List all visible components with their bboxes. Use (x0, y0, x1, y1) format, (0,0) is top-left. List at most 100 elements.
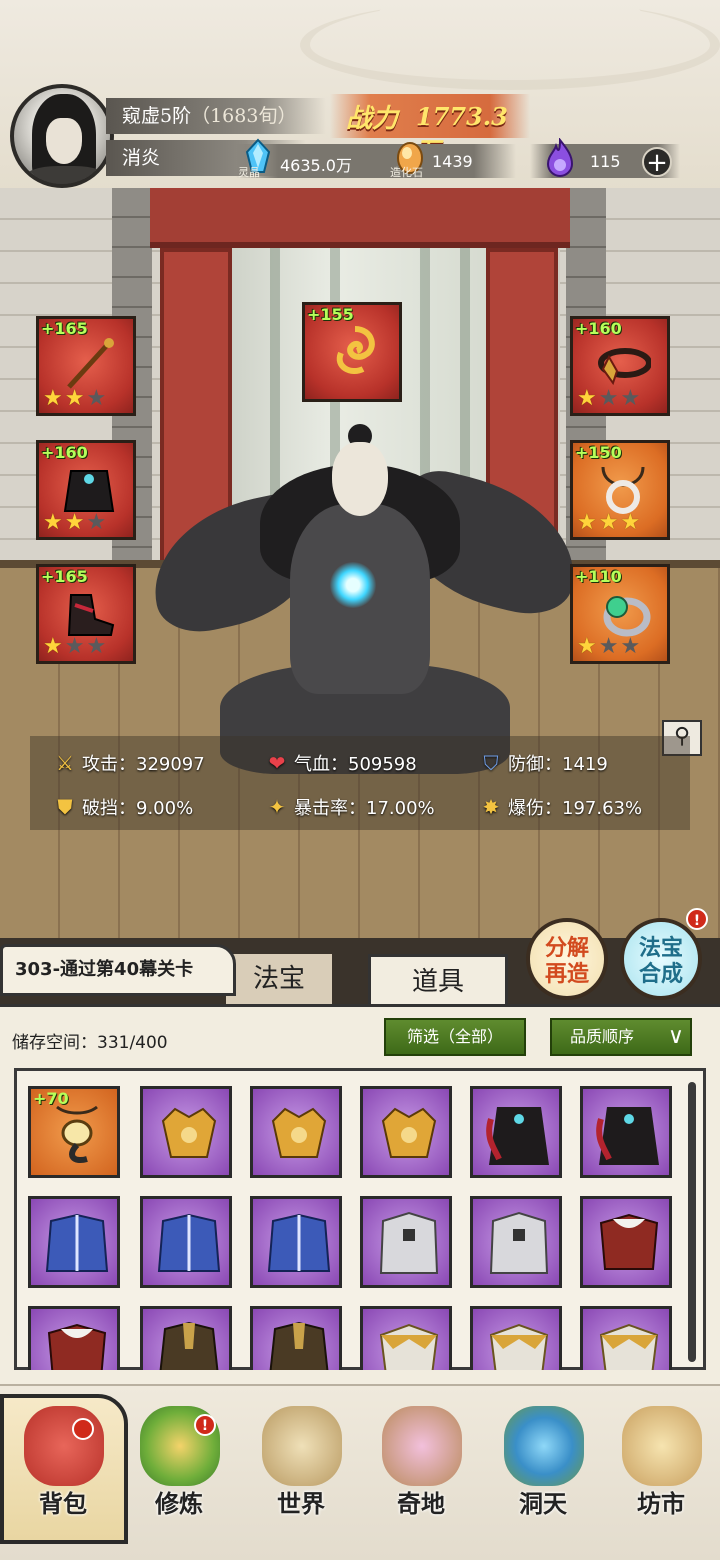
stat-crit-rate-text: 暴击率：17.00% (294, 798, 435, 819)
market-stall-icon (622, 1406, 702, 1486)
player-avatar[interactable] (10, 84, 114, 188)
nav-cave-heaven[interactable]: 洞天 (488, 1396, 598, 1536)
nav-market[interactable]: 坊市 (606, 1396, 716, 1536)
stat-attack-text: 攻击：329097 (82, 754, 205, 775)
item-level: +70 (33, 1089, 69, 1108)
backpack-notification-badge (72, 1418, 94, 1440)
creation-stone-caption: 造化石 (390, 166, 423, 179)
nav-market-label: 坊市 (637, 1489, 685, 1518)
heart-icon: ❤ (268, 751, 286, 775)
inventory-item-blue-robe[interactable] (140, 1196, 232, 1288)
inventory-item-golden-helm[interactable] (140, 1086, 232, 1178)
filter-dropdown[interactable]: 筛选（全部） (384, 1018, 526, 1056)
blue-robe-icon (267, 1213, 331, 1272)
equip-slot-headband[interactable]: +160 ★★★ (570, 316, 670, 416)
inventory-item-white-armor[interactable] (360, 1196, 452, 1288)
storage-capacity: 储存空间：331/400 (12, 1033, 168, 1053)
equip-slot-robe[interactable]: +160 ★★★ (36, 440, 136, 540)
equip-slot-talisman[interactable]: +155 (302, 302, 402, 402)
backpack-icon (24, 1406, 104, 1486)
equip-level: +165 (41, 319, 88, 338)
nav-world-label: 世界 (277, 1489, 325, 1518)
inventory-item-red-armor[interactable] (580, 1196, 672, 1288)
scroll-map-icon (262, 1406, 342, 1486)
spirit-crystal-caption: 灵晶 (238, 166, 260, 179)
stat-crit-damage-text: 爆伤：197.63% (508, 798, 643, 819)
combat-power: 战力 1773.3万 (330, 94, 530, 165)
inventory-item-blue-robe[interactable] (28, 1196, 120, 1288)
inventory-item-dark-robe[interactable] (470, 1086, 562, 1178)
resource-spirit-crystal[interactable]: 灵晶 4635.0万 (238, 138, 372, 182)
stat-hp-text: 气血：509598 (294, 754, 417, 775)
inventory-item-white-armor[interactable] (470, 1196, 562, 1288)
add-resource-button[interactable]: + (642, 147, 672, 177)
tab-daoju[interactable]: 道具 (368, 954, 508, 1004)
broken-shield-icon: ⛊ (57, 795, 73, 819)
portal-icon (504, 1406, 584, 1486)
stat-defense: ⛉ 防御：1419 (478, 750, 608, 776)
pagoda-icon (382, 1406, 462, 1486)
equip-slot-necklace[interactable]: +150 ★★★ (570, 440, 670, 540)
equip-stars: ★★★ (577, 510, 643, 535)
dark-robe-icon (596, 1107, 659, 1165)
nav-secret-land[interactable]: 奇地 (366, 1396, 476, 1536)
purple-flame-value: 115 (590, 152, 621, 171)
inventory-item-golden-helm[interactable] (360, 1086, 452, 1178)
nav-cultivation-label: 修炼 (155, 1489, 203, 1518)
tab-fabao[interactable]: 法宝 (226, 954, 332, 1004)
inventory-item-golden-helm[interactable] (250, 1086, 342, 1178)
nav-cultivation[interactable]: 修炼 (124, 1396, 234, 1536)
nav-world[interactable]: 世界 (246, 1396, 356, 1536)
player-character (139, 424, 592, 938)
player-name-label: 消炎 (122, 147, 161, 169)
sort-dropdown[interactable]: 品质顺序 ∨ (550, 1018, 692, 1056)
chevron-down-icon: ∨ (667, 1024, 684, 1049)
cultivation-realm: 窥虚5阶（1683旬） (106, 98, 326, 134)
burst-icon: ✸ (482, 795, 500, 819)
golden-helm-icon (271, 1107, 327, 1158)
creation-stone-value: 1439 (432, 152, 473, 171)
equip-slot-ring[interactable]: +110 ★★★ (570, 564, 670, 664)
realm-label: 窥虚5阶 (122, 105, 192, 127)
inventory-scrollbar[interactable] (688, 1082, 696, 1362)
crit-icon: ✦ (268, 795, 286, 819)
white-armor-icon (379, 1211, 439, 1274)
resource-creation-stone[interactable]: 造化石 1439 (390, 138, 514, 182)
stat-crit-rate: ✦ 暴击率：17.00% (264, 794, 435, 820)
merge-treasure-button[interactable]: 法宝 合成 (620, 918, 702, 1000)
golden-helm-icon (381, 1107, 437, 1158)
ring-icon (603, 596, 651, 637)
inventory-item-blue-robe[interactable] (250, 1196, 342, 1288)
combat-power-label: 战力 (346, 104, 399, 134)
equip-stars: ★★★ (43, 510, 109, 535)
stat-pierce-text: 破挡：9.00% (82, 798, 194, 819)
resource-purple-flame[interactable]: 115 (544, 138, 634, 182)
merge-notification-badge: ! (686, 908, 708, 930)
headband-icon (598, 348, 651, 386)
red-armor-icon (599, 1213, 659, 1270)
equip-slot-boots[interactable]: +165 ★★★ (36, 564, 136, 664)
merge-label-1: 法宝 (638, 935, 683, 961)
decompose-button[interactable]: 分解 再造 (526, 918, 608, 1000)
cultivation-notification-badge: ! (194, 1414, 216, 1436)
stat-attack: ⚔ 攻击：329097 (52, 750, 205, 776)
merge-label-2: 合成 (638, 961, 683, 987)
decompose-label-1: 分解 (544, 935, 589, 961)
nav-secret-land-label: 奇地 (397, 1489, 445, 1518)
gourd-icon (56, 1105, 98, 1163)
equip-stars: ★★★ (577, 386, 643, 411)
quest-banner[interactable]: 303-通过第40幕关卡 (0, 944, 236, 996)
stat-crit-damage: ✸ 爆伤：197.63% (478, 794, 642, 820)
nav-backpack[interactable]: 背包 (8, 1396, 118, 1536)
spirit-crystal-value: 4635.0万 (280, 156, 352, 175)
stat-pierce: ⛊ 破挡：9.00% (52, 794, 194, 820)
stat-hp: ❤ 气血：509598 (264, 750, 417, 776)
inventory-item-gourd[interactable]: +70 (28, 1086, 120, 1178)
white-armor-icon (489, 1211, 549, 1274)
decompose-label-2: 再造 (544, 961, 589, 987)
inventory-item-dark-robe[interactable] (580, 1086, 672, 1178)
boots-icon (67, 594, 115, 636)
equip-level: +155 (307, 305, 354, 324)
equip-slot-weapon[interactable]: +165 ★★★ (36, 316, 136, 416)
age-label: （1683旬） (191, 105, 297, 127)
